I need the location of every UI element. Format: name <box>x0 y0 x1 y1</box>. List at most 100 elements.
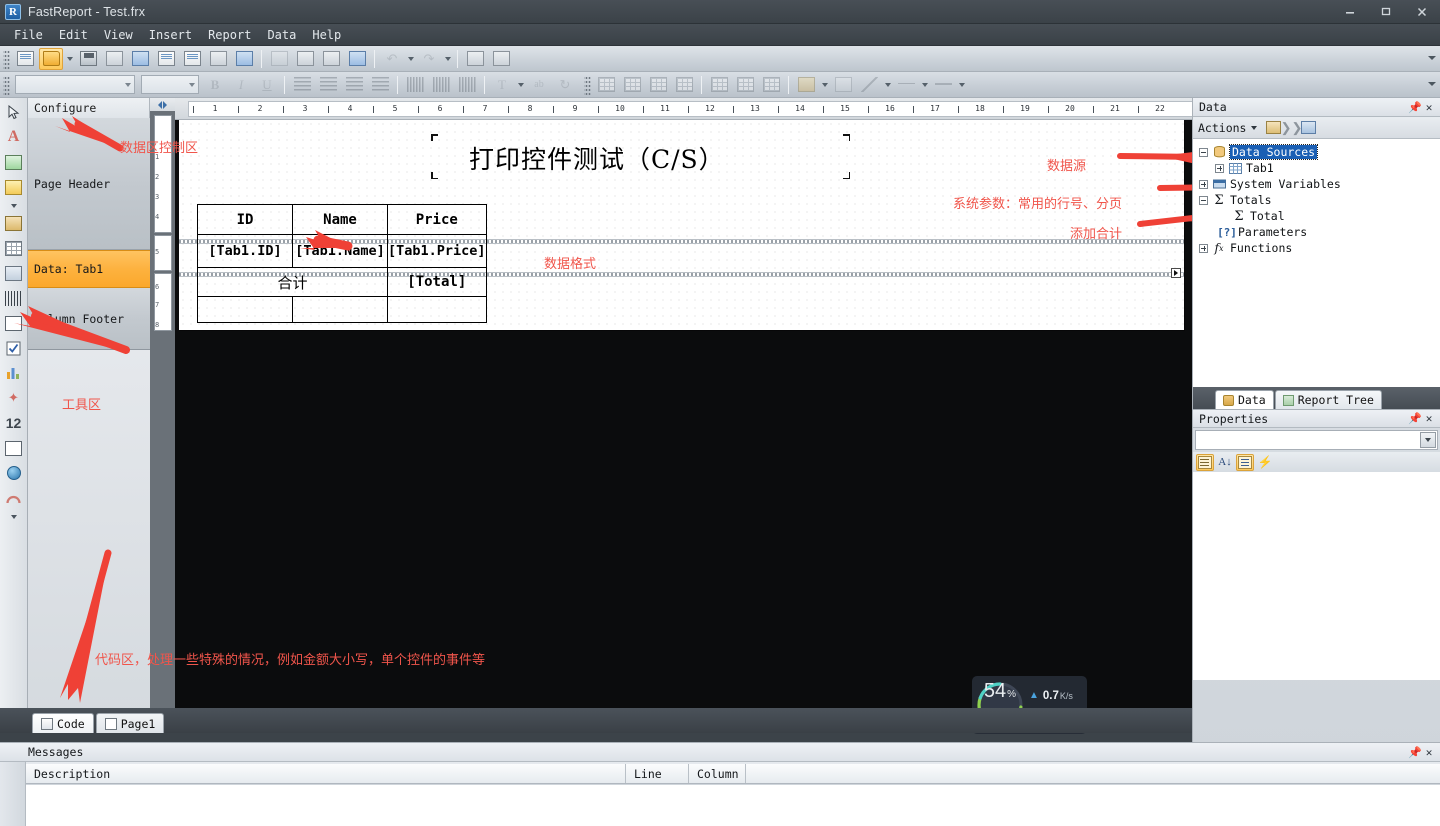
tree-node-total[interactable]: Σ Total <box>1197 208 1440 224</box>
delete-datasource-icon[interactable]: ❯❯ <box>1281 120 1303 135</box>
open-report-dropdown[interactable] <box>64 48 75 70</box>
align-left-button[interactable] <box>290 74 314 96</box>
fill-color-button[interactable] <box>794 74 818 96</box>
tree-node-tab1[interactable]: Tab1 <box>1197 160 1440 176</box>
band-data-tab1[interactable]: Data: Tab1 <box>28 250 150 288</box>
nav-left-icon[interactable] <box>158 100 162 109</box>
menu-data[interactable]: Data <box>259 26 304 44</box>
view-data-icon[interactable] <box>1301 121 1317 134</box>
font-size-select[interactable] <box>141 75 199 94</box>
line-style-dropdown[interactable] <box>919 74 930 96</box>
expander-plus-icon[interactable] <box>1199 179 1208 189</box>
band-expander-button[interactable] <box>1171 268 1181 278</box>
messages-column-column[interactable]: Column <box>689 764 746 783</box>
report-design-canvas[interactable]: 1 2 3 4 5 6 7 8 9 10 11 12 13 14 15 16 17 18 19 20 21 22 打印控件… <box>175 98 1278 716</box>
table-cell-empty-3[interactable] <box>387 296 487 323</box>
tree-node-system-variables[interactable]: System Variables <box>1197 176 1440 192</box>
new-dialog-button[interactable] <box>180 48 204 70</box>
selection-handle-bottom-right[interactable] <box>843 172 850 179</box>
border-left-button[interactable] <box>620 74 644 96</box>
line-width-button[interactable] <box>931 74 955 96</box>
expander-plus-icon[interactable] <box>1215 163 1224 173</box>
background-color-button[interactable] <box>831 74 855 96</box>
expander-plus-icon[interactable] <box>1199 243 1208 253</box>
menu-view[interactable]: View <box>96 26 141 44</box>
gradient-object-button[interactable]: ✦ <box>3 387 25 409</box>
table-cell-header-id[interactable]: ID <box>197 204 293 235</box>
align-middle-button[interactable] <box>429 74 453 96</box>
events-view-button[interactable]: ⚡ <box>1256 454 1274 471</box>
report-page[interactable]: 打印控件测试（C/S） ID Name Price [Tab1.ID] [Tab… <box>179 120 1184 330</box>
table-cell-header-name[interactable]: Name <box>292 204 388 235</box>
word-wrap-button[interactable]: ab <box>527 74 551 96</box>
messages-column-description[interactable]: Description <box>26 764 626 783</box>
table-data-row[interactable]: [Tab1.ID] [Tab1.Name] [Tab1.Price] <box>197 234 487 268</box>
paste-button[interactable] <box>319 48 343 70</box>
tree-node-totals[interactable]: Σ Totals <box>1197 192 1440 208</box>
text-object-button[interactable]: A <box>3 126 25 148</box>
table-object-button[interactable] <box>3 237 25 259</box>
properties-grid[interactable] <box>1193 472 1440 680</box>
more-tools-button[interactable] <box>3 512 25 522</box>
menu-edit[interactable]: Edit <box>51 26 96 44</box>
expander-minus-icon[interactable] <box>1199 195 1208 205</box>
pin-icon[interactable]: 📌 <box>1408 100 1422 114</box>
close-icon[interactable]: ✕ <box>1422 100 1436 114</box>
select-tool-button[interactable] <box>3 101 25 123</box>
border-all-button[interactable] <box>594 74 618 96</box>
new-page-button[interactable] <box>154 48 178 70</box>
line-color-dropdown[interactable] <box>882 74 893 96</box>
pin-icon[interactable]: 📌 <box>1408 745 1422 759</box>
checkbox-object-button[interactable] <box>3 337 25 359</box>
font-family-select[interactable] <box>15 75 135 94</box>
menu-report[interactable]: Report <box>200 26 259 44</box>
cut-button[interactable] <box>267 48 291 70</box>
format-toolbar-grip[interactable] <box>3 74 10 95</box>
tree-node-functions[interactable]: fx Functions <box>1197 240 1440 256</box>
map-object-button[interactable] <box>3 462 25 484</box>
ungroup-button[interactable] <box>489 48 513 70</box>
group-button[interactable] <box>463 48 487 70</box>
new-datasource-icon[interactable] <box>1266 121 1282 134</box>
italic-button[interactable]: I <box>229 74 253 96</box>
tab-code[interactable]: Code <box>32 713 94 733</box>
underline-button[interactable]: U <box>255 74 279 96</box>
menu-file[interactable]: File <box>6 26 51 44</box>
table-empty-row[interactable] <box>197 296 487 323</box>
nav-right-icon[interactable] <box>163 100 167 109</box>
close-button[interactable] <box>1404 0 1440 24</box>
preview-button[interactable] <box>128 48 152 70</box>
border-top-button[interactable] <box>672 74 696 96</box>
bold-button[interactable]: B <box>203 74 227 96</box>
report-table[interactable]: ID Name Price [Tab1.ID] [Tab1.Name] [Tab… <box>197 204 487 323</box>
close-icon[interactable]: ✕ <box>1422 745 1436 759</box>
properties-view-button[interactable] <box>1236 453 1254 471</box>
object-selector-combobox[interactable] <box>1195 430 1438 450</box>
shape-dropdown-button[interactable] <box>3 201 25 211</box>
page-setup-button[interactable] <box>232 48 256 70</box>
align-center-button[interactable] <box>316 74 340 96</box>
save-all-button[interactable] <box>102 48 126 70</box>
minimize-button[interactable] <box>1332 0 1368 24</box>
copy-button[interactable] <box>293 48 317 70</box>
fill-color-dropdown[interactable] <box>819 74 830 96</box>
digits-object-button[interactable]: 12 <box>3 412 25 434</box>
expander-minus-icon[interactable] <box>1199 147 1208 157</box>
border-outline-button[interactable] <box>733 74 757 96</box>
open-report-button[interactable] <box>39 47 63 70</box>
border-right-button[interactable] <box>646 74 670 96</box>
undo-button[interactable]: ↶ <box>380 48 404 70</box>
border-toolbar-grip[interactable] <box>584 74 591 95</box>
triangle-down-icon[interactable] <box>1251 125 1258 130</box>
border-custom-button[interactable] <box>759 74 783 96</box>
table-cell-data-name[interactable]: [Tab1.Name] <box>292 234 388 268</box>
line-width-dropdown[interactable] <box>956 74 967 96</box>
toolbar-grip[interactable] <box>3 48 10 69</box>
categorized-view-button[interactable] <box>1196 453 1214 471</box>
selection-handle-top-right[interactable] <box>843 134 850 141</box>
table-header-row[interactable]: ID Name Price <box>197 204 487 235</box>
table-cell-empty-2[interactable] <box>292 296 388 323</box>
close-icon[interactable]: ✕ <box>1422 412 1436 426</box>
rotate-button[interactable]: ↻ <box>553 74 577 96</box>
align-top-button[interactable] <box>403 74 427 96</box>
